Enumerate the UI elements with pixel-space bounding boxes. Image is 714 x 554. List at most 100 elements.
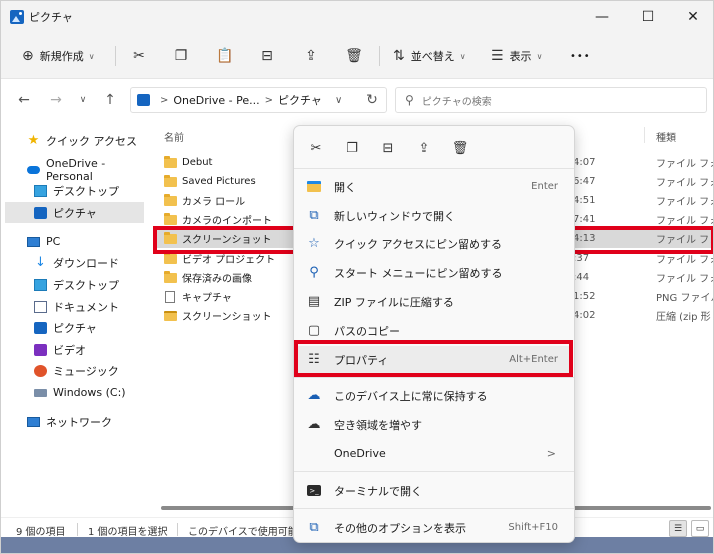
forward-button[interactable]: →: [46, 90, 66, 110]
menu-item-open-terminal[interactable]: >_ ターミナルで開く: [298, 477, 570, 504]
menu-item-pin-quick-access[interactable]: ☆ クイック アクセスにピン留めする: [298, 230, 570, 257]
column-divider[interactable]: [644, 127, 645, 143]
sidebar-item-windows-c[interactable]: Windows (C:): [5, 382, 144, 403]
menu-item-label: ターミナルで開く: [334, 484, 422, 498]
context-rename-button[interactable]: ⊟: [376, 136, 400, 160]
sidebar-item-label: ダウンロード: [53, 256, 119, 270]
more-options-icon: ⧉: [309, 520, 319, 535]
desktop-icon: [34, 278, 47, 291]
sidebar-item-network[interactable]: ネットワーク: [5, 411, 144, 432]
sidebar-item-label: クイック アクセス: [46, 134, 137, 148]
chevron-down-icon: ∨: [459, 51, 466, 61]
column-header-type[interactable]: 種類: [656, 129, 676, 144]
video-icon: [34, 343, 47, 356]
menu-item-properties[interactable]: ☷ プロパティ Alt+Enter: [298, 346, 570, 373]
sidebar-item-quick-access[interactable]: ★ クイック アクセス: [5, 130, 144, 151]
sidebar-item-videos[interactable]: ビデオ: [5, 339, 144, 360]
chevron-down-icon: ∨: [536, 51, 543, 61]
new-button-label: 新規作成: [39, 50, 84, 63]
menu-item-pin-start[interactable]: ⚲ スタート メニューにピン留めする: [298, 259, 570, 286]
cut-button[interactable]: ✂: [126, 44, 152, 68]
menu-item-keep-on-device[interactable]: ☁ このデバイス上に常に保持する: [298, 382, 570, 409]
menu-item-open[interactable]: 開く Enter: [298, 173, 570, 200]
tiles-view-icon: ▭: [695, 523, 705, 534]
file-date: :44: [573, 272, 590, 283]
context-delete-button[interactable]: 🗑: [448, 136, 472, 160]
column-header-name[interactable]: 名前: [164, 129, 184, 144]
delete-button[interactable]: 🗑: [341, 44, 367, 68]
sidebar-item-onedrive-desktop[interactable]: デスクトップ: [5, 180, 144, 201]
details-view-button[interactable]: ☰: [669, 520, 687, 537]
folder-icon: [164, 174, 177, 187]
sidebar-item-downloads[interactable]: ↓ ダウンロード: [5, 252, 144, 273]
view-button[interactable]: ☰ 表示 ∨: [491, 44, 542, 68]
refresh-button[interactable]: ↻: [362, 90, 382, 110]
minimize-button[interactable]: —: [579, 1, 625, 32]
menu-item-label: 新しいウィンドウで開く: [334, 209, 455, 223]
file-date: 4:51: [573, 195, 596, 206]
breadcrumb-onedrive[interactable]: OneDrive - Pe...: [173, 94, 259, 107]
pin-icon: ⚲: [309, 265, 319, 280]
details-view-icon: ☰: [673, 523, 683, 534]
menu-item-shortcut: Enter: [531, 181, 558, 192]
download-icon: ↓: [35, 255, 46, 270]
up-button[interactable]: ↑: [100, 90, 120, 110]
search-placeholder: ピクチャの検索: [421, 96, 492, 108]
refresh-icon: ↻: [366, 92, 378, 108]
context-cut-button[interactable]: ✂: [304, 136, 328, 160]
tiles-view-button[interactable]: ▭: [691, 520, 709, 537]
zip-folder-icon: [164, 310, 177, 321]
menu-item-open-new-window[interactable]: ⧉ 新しいウィンドウで開く: [298, 202, 570, 229]
sidebar-item-documents[interactable]: ドキュメント: [5, 296, 144, 317]
sidebar-item-onedrive[interactable]: OneDrive - Personal: [5, 157, 144, 183]
new-button[interactable]: ⊕ 新規作成 ∨: [22, 44, 95, 68]
chevron-down-icon: ∨: [88, 51, 95, 61]
copy-button[interactable]: ❐: [168, 44, 194, 68]
context-share-button[interactable]: ⇪: [412, 136, 436, 160]
search-input[interactable]: ⚲ ピクチャの検索: [395, 87, 707, 113]
menu-item-label: その他のオプションを表示: [334, 521, 466, 535]
paste-button[interactable]: 📋: [212, 44, 238, 68]
arrow-right-icon: →: [50, 92, 62, 108]
menu-item-onedrive[interactable]: OneDrive >: [298, 440, 570, 467]
file-date: 1:52: [573, 291, 596, 302]
sidebar-item-music[interactable]: ミュージック: [5, 360, 144, 381]
recent-locations-button[interactable]: ∨: [73, 90, 93, 110]
file-name: スクリーンショット: [182, 235, 272, 246]
status-divider: [177, 523, 178, 536]
address-bar[interactable]: > OneDrive - Pe... > ピクチャ ∨: [130, 87, 387, 113]
file-name: カメラのインポート: [182, 216, 272, 227]
address-history-chevron-icon[interactable]: ∨: [335, 95, 342, 106]
file-type: ファイル フォル: [656, 159, 713, 170]
maximize-button[interactable]: ☐: [625, 1, 671, 32]
rename-button[interactable]: ⊟: [254, 44, 280, 68]
sort-button[interactable]: ⇅ 並べ替え ∨: [393, 44, 466, 68]
more-options-button[interactable]: •••: [570, 44, 591, 68]
sidebar-item-desktop[interactable]: デスクトップ: [5, 274, 144, 295]
menu-item-label: 空き領域を増やす: [334, 418, 422, 432]
close-button[interactable]: ✕: [670, 1, 713, 32]
file-type: PNG ファイル: [656, 293, 713, 304]
file-type: ファイル フォル: [656, 235, 713, 246]
menu-item-compress-zip[interactable]: ▤ ZIP ファイルに圧縮する: [298, 288, 570, 315]
sidebar-item-label: ビデオ: [53, 343, 86, 357]
file-type: ファイル フォル: [656, 274, 713, 285]
back-button[interactable]: ←: [14, 90, 34, 110]
star-icon: ★: [27, 133, 40, 148]
sidebar-item-pictures[interactable]: ピクチャ: [5, 317, 144, 338]
sidebar-item-pc[interactable]: PC: [5, 231, 144, 252]
navigation-pane: ★ クイック アクセス OneDrive - Personal デスクトップ ピ…: [1, 121, 146, 517]
menu-item-copy-path[interactable]: ▢ パスのコピー: [298, 317, 570, 344]
sidebar-item-onedrive-pictures[interactable]: ピクチャ: [5, 202, 144, 223]
menu-item-more-options[interactable]: ⧉ その他のオプションを表示 Shift+F10: [298, 514, 570, 541]
file-type: 圧縮 (zip 形: [656, 312, 711, 323]
share-button[interactable]: ⇪: [298, 44, 324, 68]
breadcrumb-pictures[interactable]: ピクチャ: [278, 92, 322, 108]
open-folder-icon: [306, 181, 322, 192]
pictures-icon: [34, 321, 47, 334]
context-copy-button[interactable]: ❐: [340, 136, 364, 160]
menu-item-free-up-space[interactable]: ☁ 空き領域を増やす: [298, 411, 570, 438]
rename-icon: ⊟: [261, 48, 273, 64]
file-name: スクリーンショット: [182, 312, 272, 323]
file-name: ビデオ プロジェクト: [182, 255, 276, 266]
